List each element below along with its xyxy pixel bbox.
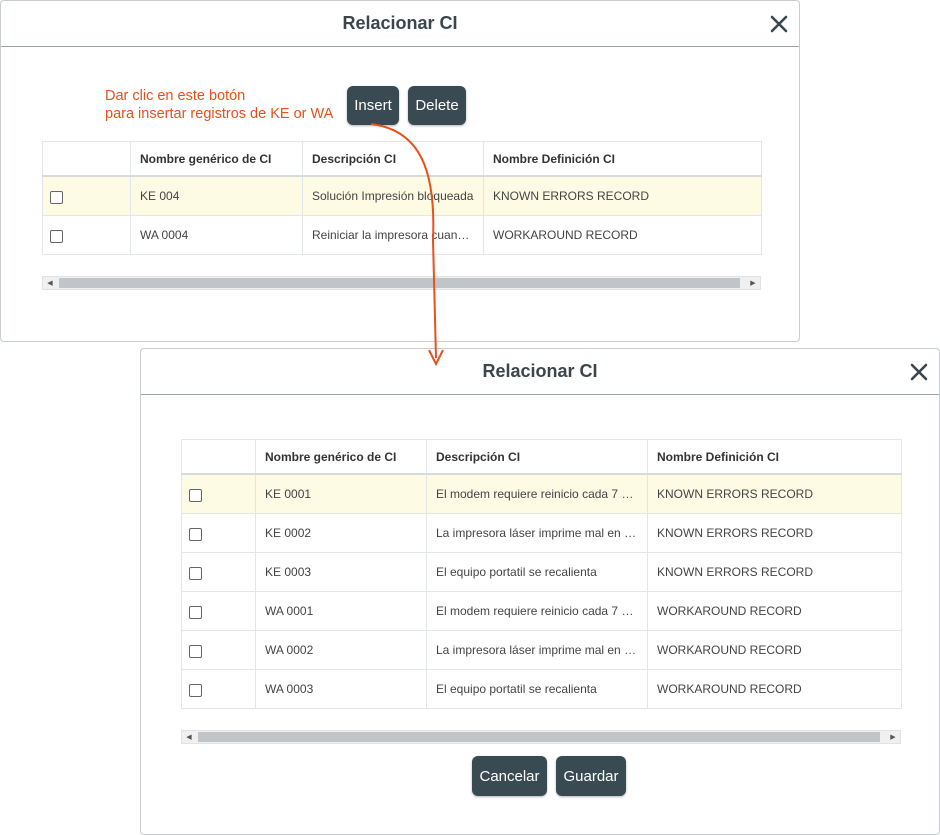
dialog-header: Relacionar CI bbox=[141, 349, 939, 395]
cell-description: El equipo portatil se recalienta bbox=[426, 669, 648, 709]
horizontal-scrollbar[interactable]: ◀ ▶ bbox=[42, 276, 761, 290]
cell-description: Reiniciar la impresora cuando se bloquea bbox=[302, 215, 484, 255]
column-header-definition: Nombre Definición CI bbox=[647, 439, 902, 475]
cell-description: El equipo portatil se recalienta bbox=[426, 552, 648, 592]
insert-hint-annotation: Dar clic en este botón para insertar reg… bbox=[105, 87, 333, 123]
hint-line-2: para insertar registros de KE or WA bbox=[105, 106, 334, 122]
row-checkbox[interactable] bbox=[189, 606, 202, 619]
scroll-right-icon[interactable]: ▶ bbox=[886, 731, 900, 743]
cell-name: WA 0003 bbox=[255, 669, 427, 709]
cell-name: KE 004 bbox=[130, 175, 303, 216]
insert-button[interactable]: Insert bbox=[347, 86, 399, 125]
scroll-right-icon[interactable]: ▶ bbox=[746, 277, 760, 289]
column-header-name: Nombre genérico de CI bbox=[255, 439, 427, 475]
row-checkbox[interactable] bbox=[50, 230, 63, 243]
ci-table-bottom: Nombre genérico de CI Descripción CI Nom… bbox=[181, 439, 902, 709]
hint-line-1: Dar clic en este botón bbox=[105, 88, 246, 104]
cell-description: El modem requiere reinicio cada 7 días bbox=[426, 591, 648, 631]
cell-description: La impresora láser imprime mal en papel bbox=[426, 630, 648, 670]
scrollbar-thumb[interactable] bbox=[198, 732, 880, 742]
row-checkbox[interactable] bbox=[189, 684, 202, 697]
cell-definition: WORKAROUND RECORD bbox=[647, 630, 902, 670]
table-row[interactable]: KE 004 Solución Impresión bloqueada KNOW… bbox=[42, 175, 762, 216]
dialog-title: Relacionar CI bbox=[482, 361, 598, 381]
table-header-row: Nombre genérico de CI Descripción CI Nom… bbox=[181, 439, 902, 475]
cell-name: KE 0002 bbox=[255, 513, 427, 553]
scroll-left-icon[interactable]: ◀ bbox=[43, 277, 57, 289]
row-checkbox[interactable] bbox=[189, 567, 202, 580]
table-row[interactable]: WA 0001 El modem requiere reinicio cada … bbox=[181, 591, 902, 631]
column-header-select bbox=[42, 141, 131, 177]
cell-name: WA 0001 bbox=[255, 591, 427, 631]
table-row[interactable]: KE 0002 La impresora láser imprime mal e… bbox=[181, 513, 902, 553]
column-header-select bbox=[181, 439, 256, 475]
delete-button[interactable]: Delete bbox=[408, 86, 466, 125]
row-checkbox[interactable] bbox=[189, 645, 202, 658]
cancel-button[interactable]: Cancelar bbox=[472, 756, 547, 796]
cell-definition: KNOWN ERRORS RECORD bbox=[483, 175, 762, 216]
cell-description: Solución Impresión bloqueada bbox=[302, 175, 484, 216]
table-row[interactable]: WA 0003 El equipo portatil se recalienta… bbox=[181, 669, 902, 709]
relacionar-ci-dialog-bottom: Relacionar CI Nombre genérico de CI Desc… bbox=[140, 348, 940, 835]
cell-name: WA 0002 bbox=[255, 630, 427, 670]
cell-name: KE 0003 bbox=[255, 552, 427, 592]
cell-description: El modem requiere reinicio cada 7 días bbox=[426, 473, 648, 514]
ci-table-top: Nombre genérico de CI Descripción CI Nom… bbox=[42, 141, 762, 255]
close-icon[interactable] bbox=[767, 12, 791, 36]
dialog-header: Relacionar CI bbox=[1, 1, 799, 47]
table-header-row: Nombre genérico de CI Descripción CI Nom… bbox=[42, 141, 762, 177]
column-header-description: Descripción CI bbox=[426, 439, 648, 475]
relacionar-ci-dialog-top: Relacionar CI Dar clic en este botón par… bbox=[0, 0, 800, 342]
scroll-left-icon[interactable]: ◀ bbox=[182, 731, 196, 743]
row-checkbox[interactable] bbox=[50, 191, 63, 204]
cell-description: La impresora láser imprime mal en papel bbox=[426, 513, 648, 553]
cell-definition: KNOWN ERRORS RECORD bbox=[647, 513, 902, 553]
table-row[interactable]: WA 0004 Reiniciar la impresora cuando se… bbox=[42, 215, 762, 255]
cell-name: WA 0004 bbox=[130, 215, 303, 255]
table-row[interactable]: KE 0003 El equipo portatil se recalienta… bbox=[181, 552, 902, 592]
horizontal-scrollbar[interactable]: ◀ ▶ bbox=[181, 730, 901, 744]
cell-definition: WORKAROUND RECORD bbox=[647, 669, 902, 709]
cell-definition: KNOWN ERRORS RECORD bbox=[647, 552, 902, 592]
column-header-description: Descripción CI bbox=[302, 141, 484, 177]
cell-definition: WORKAROUND RECORD bbox=[483, 215, 762, 255]
scrollbar-thumb[interactable] bbox=[59, 278, 740, 288]
close-icon[interactable] bbox=[907, 360, 931, 384]
row-checkbox[interactable] bbox=[189, 528, 202, 541]
row-checkbox[interactable] bbox=[189, 489, 202, 502]
table-row[interactable]: KE 0001 El modem requiere reinicio cada … bbox=[181, 473, 902, 514]
table-row[interactable]: WA 0002 La impresora láser imprime mal e… bbox=[181, 630, 902, 670]
dialog-title: Relacionar CI bbox=[342, 13, 458, 33]
cell-name: KE 0001 bbox=[255, 473, 427, 514]
column-header-definition: Nombre Definición CI bbox=[483, 141, 762, 177]
cell-definition: KNOWN ERRORS RECORD bbox=[647, 473, 902, 514]
column-header-name: Nombre genérico de CI bbox=[130, 141, 303, 177]
cell-definition: WORKAROUND RECORD bbox=[647, 591, 902, 631]
save-button[interactable]: Guardar bbox=[556, 756, 626, 796]
